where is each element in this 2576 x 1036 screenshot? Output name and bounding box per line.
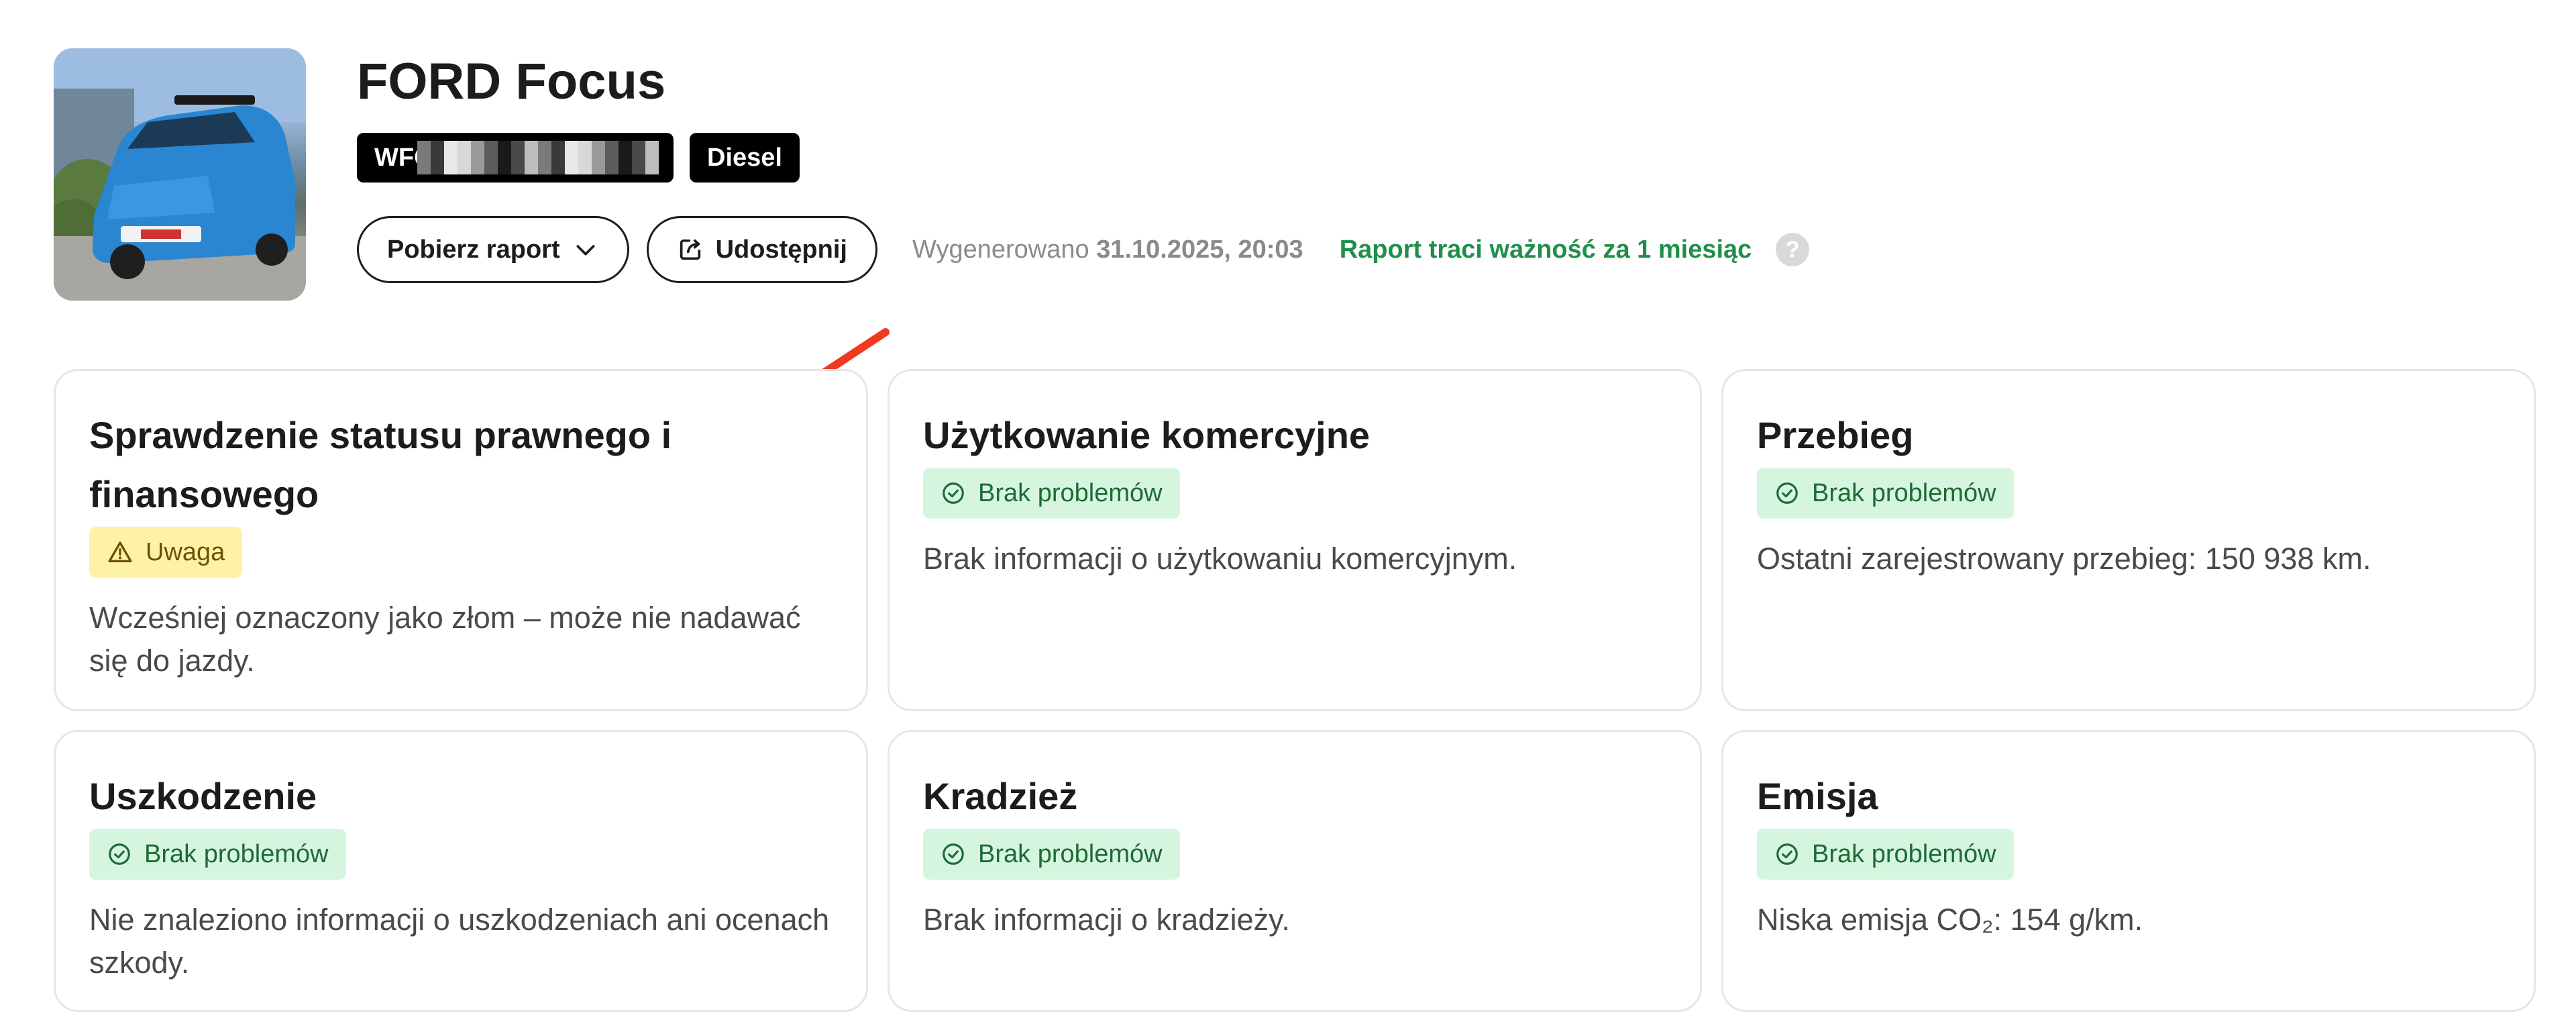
status-badge: Uwaga	[89, 527, 243, 578]
vehicle-tags: WFC Diesel	[357, 133, 800, 183]
vehicle-summary: FORD Focus WFC Diesel Pobierz raport Udo…	[357, 48, 2504, 303]
chevron-down-icon	[576, 245, 595, 256]
share-icon	[680, 239, 700, 260]
card-title: Emisja	[1757, 775, 1878, 817]
card-description: Wcześniej oznaczony jako złom – może nie…	[89, 601, 801, 678]
generated-date: 31.10.2025, 20:03	[1096, 235, 1303, 264]
check-card[interactable]: Użytkowanie komercyjne Brak problemów Brak…	[888, 369, 1702, 711]
status-label: Brak problemów	[978, 839, 1163, 868]
check-card[interactable]: Uszkodzenie Brak problemów Nie znaleziono …	[54, 730, 868, 1012]
expiry-notice: Raport traci ważność za 1 miesiąc	[1339, 235, 1752, 264]
check-circle-icon	[1774, 841, 1800, 867]
check-card[interactable]: Emisja Brak problemów Niska emisja CO₂: 15…	[1721, 730, 2536, 1012]
check-circle-icon	[941, 480, 966, 506]
card-title: Przebieg	[1757, 414, 1914, 456]
card-description: Nie znaleziono informacji o uszkodzeniac…	[89, 902, 830, 980]
share-button[interactable]: Udostępnij	[646, 216, 877, 283]
check-circle-icon	[941, 841, 966, 867]
fuel-tag: Diesel	[690, 133, 800, 183]
status-badge: Brak problemów	[923, 829, 1180, 880]
status-badge: Brak problemów	[89, 829, 346, 880]
check-cards-grid: Sprawdzenie statusu prawnego i finansowe…	[54, 369, 2536, 1013]
generated-label: Wygenerowano	[912, 235, 1089, 264]
warning-triangle-icon	[107, 539, 133, 566]
check-card[interactable]: Przebieg Brak problemów Ostatni zarejestro…	[1721, 369, 2536, 711]
status-label: Brak problemów	[1812, 478, 1996, 507]
card-title: Uszkodzenie	[89, 775, 317, 817]
vehicle-title: FORD Focus	[357, 53, 666, 110]
status-label: Brak problemów	[1812, 839, 1996, 868]
card-title: Sprawdzenie statusu prawnego i finansowe…	[89, 414, 672, 515]
vin-tag: WFC	[357, 133, 674, 183]
vehicle-photo	[54, 48, 306, 301]
report-header: FORD Focus WFC Diesel Pobierz raport Udo…	[54, 48, 2536, 303]
status-label: Brak problemów	[978, 478, 1163, 507]
status-badge: Brak problemów	[1757, 829, 2014, 880]
card-description: Ostatni zarejestrowany przebieg: 150 938…	[1757, 541, 2371, 576]
status-badge: Brak problemów	[923, 468, 1180, 519]
check-card[interactable]: Kradzież Brak problemów Brak informacji o …	[888, 730, 1702, 1012]
download-report-button[interactable]: Pobierz raport	[357, 216, 629, 283]
card-title: Kradzież	[923, 775, 1078, 817]
generated-info: Wygenerowano 31.10.2025, 20:03	[912, 236, 1303, 264]
status-label: Brak problemów	[144, 839, 329, 868]
card-description: Brak informacji o użytkowaniu komercyjny…	[923, 541, 1517, 576]
check-circle-icon	[107, 841, 132, 867]
check-circle-icon	[1774, 480, 1800, 506]
car-illustration	[54, 48, 306, 301]
status-label: Uwaga	[146, 537, 225, 566]
status-badge: Brak problemów	[1757, 468, 2014, 519]
help-icon[interactable]: ?	[1776, 233, 1810, 266]
vin-redacted-mask	[417, 141, 659, 174]
download-report-label: Pobierz raport	[387, 235, 560, 264]
card-description: Niska emisja CO₂: 154 g/km.	[1757, 902, 2143, 937]
card-description: Brak informacji o kradzieży.	[923, 902, 1290, 937]
report-actions: Pobierz raport Udostępnij Wygenerowano 3…	[357, 216, 1810, 283]
share-label: Udostępnij	[715, 235, 847, 264]
card-title: Użytkowanie komercyjne	[923, 414, 1371, 456]
check-card[interactable]: Sprawdzenie statusu prawnego i finansowe…	[54, 369, 868, 711]
